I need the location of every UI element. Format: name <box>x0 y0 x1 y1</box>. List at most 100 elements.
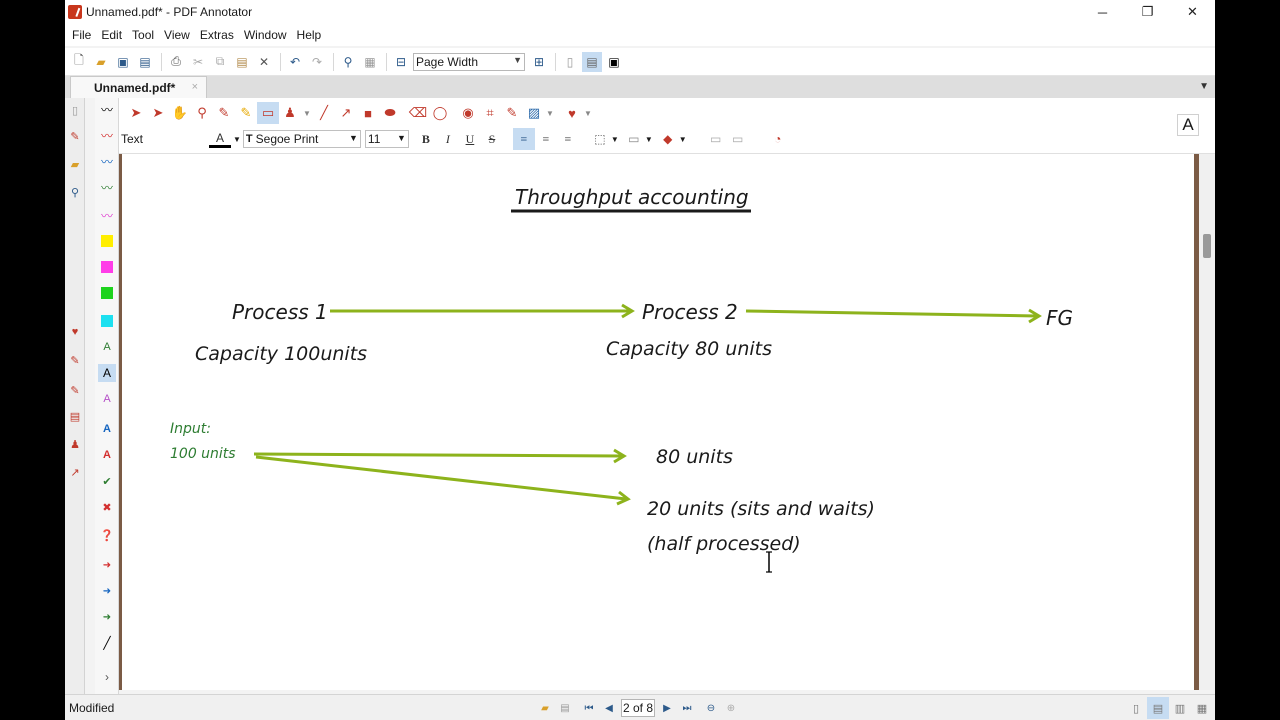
continuous-page-icon[interactable]: ▤ <box>582 51 602 72</box>
red-text-icon[interactable]: A <box>98 446 116 464</box>
new-document-icon[interactable]: 🗋 <box>69 52 89 72</box>
back-icon[interactable]: ⊖ <box>701 698 721 718</box>
red-pen-icon[interactable]: 〰 <box>98 126 116 144</box>
select-icon[interactable]: ➤ <box>125 102 147 124</box>
menu-edit[interactable]: Edit <box>97 28 126 42</box>
eraser-tool-icon[interactable]: ⌫ <box>407 102 429 124</box>
text-box-options-icon[interactable]: ▭ <box>705 128 727 150</box>
checkmark-icon[interactable]: ✔ <box>98 472 116 490</box>
undo-icon[interactable]: ↶ <box>285 52 305 72</box>
zoom-select[interactable]: Page Width ▼ <box>413 52 525 71</box>
print-icon[interactable]: ⎙ <box>166 52 186 72</box>
single-page-view-icon[interactable]: ▯ <box>1125 697 1147 719</box>
border-color-icon[interactable]: ▭ <box>623 128 645 150</box>
page-layout-icon[interactable]: ▦ <box>360 52 380 72</box>
page-thumbnail-icon[interactable]: ▤ <box>555 698 575 718</box>
two-page-continuous-view-icon[interactable]: ▦ <box>1191 697 1213 719</box>
close-button[interactable]: ✕ <box>1170 0 1215 24</box>
blue-pen-icon[interactable]: 〰 <box>98 152 116 170</box>
single-page-icon[interactable]: ▯ <box>560 52 580 72</box>
blue-arrow-icon[interactable]: ➜ <box>98 582 116 600</box>
border-color-dropdown-icon[interactable]: ▼ <box>645 135 653 144</box>
marker-icon[interactable]: ✎ <box>68 354 82 368</box>
last-page-icon[interactable]: ⏭ <box>677 698 697 718</box>
find-icon[interactable]: ⚲ <box>338 52 358 72</box>
text-preview-button[interactable]: A <box>1177 114 1199 136</box>
document-viewport[interactable]: Throughput accounting Process 1 Process … <box>119 154 1199 690</box>
fullscreen-icon[interactable]: ▣ <box>604 52 624 72</box>
forward-icon[interactable]: ⊕ <box>721 698 741 718</box>
black-pen-icon[interactable]: 〰 <box>98 100 116 118</box>
copy-icon[interactable]: ⧉ <box>210 52 230 72</box>
chart-icon[interactable]: ▤ <box>68 410 82 424</box>
blue-text-icon[interactable]: A <box>98 420 116 438</box>
camera-icon[interactable]: ◉ <box>457 102 479 124</box>
arrow-icon[interactable]: ↗ <box>68 466 82 480</box>
fill-color-icon[interactable]: ◆ <box>657 128 679 150</box>
redo-icon[interactable]: ↷ <box>307 52 327 72</box>
stamp-icon[interactable]: ♟ <box>68 438 82 452</box>
eraser-favorite-icon[interactable]: ◔ <box>767 128 789 150</box>
strikethrough-button[interactable]: S <box>481 128 503 150</box>
two-page-view-icon[interactable]: ▥ <box>1169 697 1191 719</box>
image-dropdown-icon[interactable]: ▼ <box>545 102 555 124</box>
paperclip-icon[interactable]: ⚲ <box>68 186 82 200</box>
purple-text-icon[interactable]: A <box>98 390 116 408</box>
edit-pen-icon[interactable]: ✎ <box>501 102 523 124</box>
red-arrow-icon[interactable]: ➜ <box>98 556 116 574</box>
page-icon[interactable]: ▯ <box>68 104 82 118</box>
pen-icon[interactable]: ✎ <box>68 130 82 144</box>
favorites-dropdown-icon[interactable]: ▼ <box>583 102 593 124</box>
cross-mark-icon[interactable]: ✖ <box>98 498 116 516</box>
save-icon[interactable]: ▣ <box>113 52 133 72</box>
next-page-icon[interactable]: ▶ <box>657 698 677 718</box>
continuous-view-icon[interactable]: ▤ <box>1147 697 1169 719</box>
crop-icon[interactable]: ⌗ <box>479 102 501 124</box>
border-style-icon[interactable]: ⬚ <box>589 128 611 150</box>
menu-help[interactable]: Help <box>293 28 326 42</box>
delete-icon[interactable]: ✕ <box>254 52 274 72</box>
open-folder-icon[interactable]: ▰ <box>91 52 111 72</box>
tab-list-chevron-icon[interactable]: ▼ <box>1199 81 1209 92</box>
expand-chevron-icon[interactable]: › <box>98 668 116 686</box>
align-left-icon[interactable]: ≡ <box>512 128 535 150</box>
cut-icon[interactable]: ✂ <box>188 52 208 72</box>
menu-extras[interactable]: Extras <box>196 28 238 42</box>
yellow-highlighter-icon[interactable] <box>98 232 116 250</box>
vertical-scrollbar[interactable] <box>1199 154 1215 690</box>
zoom-in-icon[interactable]: ⊞ <box>529 52 549 72</box>
zoom-out-icon[interactable]: ⊟ <box>391 52 411 72</box>
fill-color-dropdown-icon[interactable]: ▼ <box>679 135 687 144</box>
green-highlighter-icon[interactable] <box>98 284 116 302</box>
menu-window[interactable]: Window <box>240 28 291 42</box>
green-text-icon[interactable]: A <box>98 338 116 356</box>
rectangle-tool-icon[interactable]: ■ <box>357 102 379 124</box>
menu-view[interactable]: View <box>160 28 194 42</box>
magenta-highlighter-icon[interactable] <box>98 258 116 276</box>
line-tool-icon[interactable]: ╱ <box>313 102 335 124</box>
favorites-heart-icon[interactable]: ♥ <box>68 326 82 340</box>
menu-file[interactable]: File <box>68 28 95 42</box>
open-folder-icon[interactable]: ▰ <box>535 698 555 718</box>
font-size-select[interactable]: 11 ▼ <box>364 130 409 148</box>
underline-button[interactable]: U <box>459 128 481 150</box>
text-box-tool-icon[interactable]: ▭ <box>257 102 279 124</box>
maximize-button[interactable]: ❐ <box>1125 0 1170 24</box>
zoom-icon[interactable]: ⚲ <box>191 102 213 124</box>
italic-button[interactable]: I <box>437 128 459 150</box>
green-pen-icon[interactable]: 〰 <box>98 178 116 196</box>
align-center-icon[interactable]: ≡ <box>535 128 557 150</box>
save-all-icon[interactable]: ▤ <box>135 52 155 72</box>
scrollbar-thumb[interactable] <box>1203 234 1211 258</box>
align-right-icon[interactable]: ≡ <box>557 128 579 150</box>
pdf-page[interactable]: Throughput accounting Process 1 Process … <box>122 154 1194 690</box>
folder-icon[interactable]: ▰ <box>68 158 82 172</box>
previous-page-icon[interactable]: ◀ <box>599 698 619 718</box>
highlighter-icon[interactable]: ✎ <box>68 384 82 398</box>
stamp-dropdown-icon[interactable]: ▼ <box>301 102 313 124</box>
border-style-dropdown-icon[interactable]: ▼ <box>611 135 619 144</box>
tab-close-icon[interactable]: × <box>192 81 198 93</box>
green-arrow-icon[interactable]: ➜ <box>98 608 116 626</box>
menu-tool[interactable]: Tool <box>128 28 158 42</box>
black-text-icon[interactable]: A <box>98 364 116 382</box>
